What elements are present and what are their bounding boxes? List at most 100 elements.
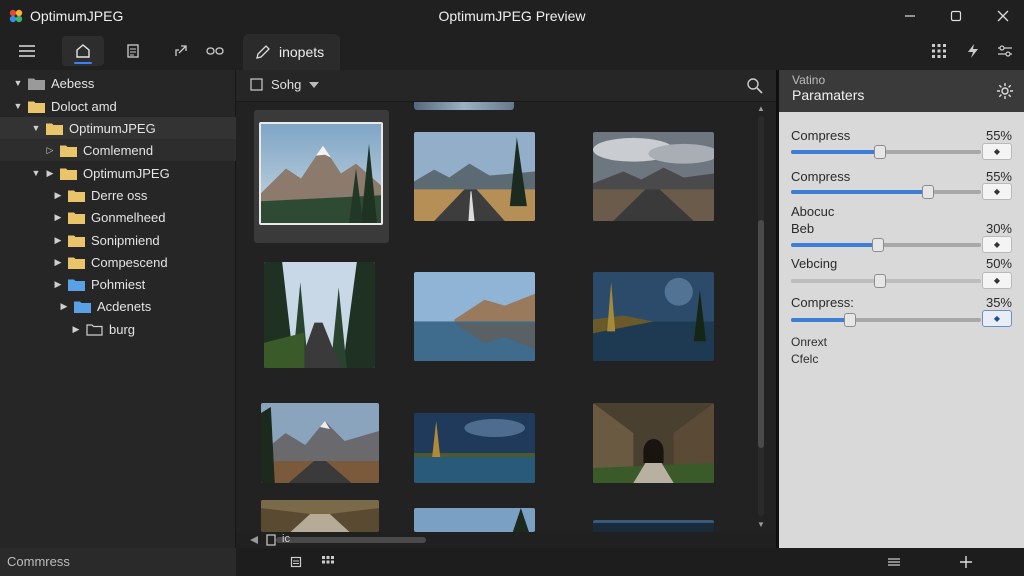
collapse-arrow-icon[interactable]: ▷ xyxy=(44,144,56,156)
tree-item[interactable]: ▶ burg xyxy=(0,318,236,340)
value-stepper-active[interactable]: ◆ xyxy=(982,310,1012,327)
page-icon xyxy=(266,534,276,546)
search-icon[interactable] xyxy=(746,77,764,95)
tree-item[interactable]: ▶ Gonmelheed xyxy=(0,206,236,228)
thumbnail-image[interactable] xyxy=(593,132,714,221)
home-button[interactable] xyxy=(62,36,104,66)
thumbnail-image[interactable] xyxy=(264,262,375,368)
thumbnail-image[interactable] xyxy=(261,403,379,483)
maximize-button[interactable] xyxy=(938,4,974,28)
collapse-arrow-icon[interactable]: ▶ xyxy=(52,234,64,246)
tree-item-selected[interactable]: ▼ OptimumJPEG xyxy=(0,117,236,139)
tree-item[interactable]: ▷ Comlemend xyxy=(0,139,236,161)
collapse-arrow-icon[interactable]: ▶ xyxy=(44,167,56,179)
folder-icon xyxy=(60,145,77,157)
quick-action-button[interactable] xyxy=(960,38,986,64)
param-slider[interactable] xyxy=(791,238,981,252)
thumbnail-image[interactable] xyxy=(593,403,714,483)
thumbnail-image[interactable] xyxy=(414,508,535,532)
link-button[interactable] xyxy=(194,36,236,66)
compress-slider[interactable] xyxy=(791,185,981,199)
title-bar: OptimumJPEG OptimumJPEG Preview xyxy=(0,0,1024,32)
value-stepper[interactable]: ◆ xyxy=(982,183,1012,200)
sort-dropdown[interactable]: Sohg xyxy=(250,77,320,92)
menu-button[interactable] xyxy=(6,36,48,66)
horizontal-scrollbar[interactable]: ic xyxy=(236,532,776,548)
expand-arrow-icon[interactable]: ▼ xyxy=(12,100,24,112)
add-button[interactable] xyxy=(958,554,974,570)
tree-item[interactable]: ▼ Doloct amd xyxy=(0,95,236,117)
status-bar: Commress xyxy=(0,548,1024,576)
collapse-arrow-icon[interactable]: ▶ xyxy=(52,189,64,201)
link-icon xyxy=(206,47,224,55)
thumbnail-image[interactable] xyxy=(414,132,535,221)
close-button[interactable] xyxy=(985,4,1021,28)
status-document-button[interactable] xyxy=(288,554,304,570)
tree-item[interactable]: ▶ Derre oss xyxy=(0,184,236,206)
mountain-road-image xyxy=(261,403,379,483)
parameters-header: Vatino Paramaters xyxy=(779,70,1024,112)
grid-icon xyxy=(322,556,334,564)
parameters-kicker: Vatino xyxy=(792,73,826,87)
pen-icon xyxy=(256,45,270,59)
collapse-arrow-icon[interactable]: ▶ xyxy=(52,211,64,223)
slider-knob[interactable] xyxy=(874,145,887,159)
scroll-down-icon[interactable]: ▼ xyxy=(756,520,766,530)
collapse-arrow-icon[interactable]: ▶ xyxy=(58,300,70,312)
slider-knob[interactable] xyxy=(872,238,885,252)
parameters-title: Paramaters xyxy=(792,87,865,103)
vertical-scrollbar[interactable]: ▲ ▼ xyxy=(754,102,768,532)
compress-slider[interactable] xyxy=(791,145,981,159)
param-slider[interactable] xyxy=(791,274,981,288)
param-label: Abocuc xyxy=(791,204,835,219)
collapse-arrow-icon[interactable]: ▶ xyxy=(52,278,64,290)
param-value: 50% xyxy=(985,256,1012,271)
diamond-icon: ◆ xyxy=(993,147,1001,156)
gear-icon[interactable] xyxy=(996,82,1014,100)
expand-arrow-icon[interactable]: ▼ xyxy=(30,122,42,134)
tab-inopets[interactable]: inopets xyxy=(243,34,340,70)
thumbnail-image[interactable] xyxy=(261,500,379,532)
grid-view-button[interactable] xyxy=(926,38,952,64)
tree-item[interactable]: ▶ Compescend xyxy=(0,251,236,273)
thumbnail-image[interactable] xyxy=(414,272,535,361)
thumbnail-image[interactable] xyxy=(593,520,714,532)
sort-label: Sohg xyxy=(271,77,302,92)
collapse-arrow-icon[interactable]: ▶ xyxy=(52,256,64,268)
diamond-icon: ◆ xyxy=(993,187,1001,196)
thumbnail-selected-frame[interactable] xyxy=(254,110,389,243)
scroll-thumb[interactable] xyxy=(758,220,764,448)
value-stepper[interactable]: ◆ xyxy=(982,236,1012,253)
tree-item[interactable]: ▶ Sonipmiend xyxy=(0,229,236,251)
status-stack-button[interactable] xyxy=(886,554,902,570)
adjust-button[interactable] xyxy=(992,38,1018,64)
folder-icon xyxy=(68,257,85,269)
thumbnail-image[interactable] xyxy=(593,272,714,361)
slider-knob[interactable] xyxy=(921,185,934,199)
slider-knob[interactable] xyxy=(874,274,887,288)
compress-slider[interactable] xyxy=(791,313,981,327)
value-stepper[interactable]: ◆ xyxy=(982,143,1012,160)
slider-knob[interactable] xyxy=(843,313,856,327)
document-button[interactable] xyxy=(112,36,154,66)
scroll-thumb-horizontal[interactable] xyxy=(276,537,426,543)
expand-arrow-icon[interactable]: ▼ xyxy=(30,167,42,179)
collapse-arrow-icon[interactable]: ▶ xyxy=(70,323,82,335)
thumbnail-image[interactable] xyxy=(414,413,535,483)
thumbnail-image[interactable] xyxy=(259,122,383,225)
tree-item[interactable]: ▶ Pohmiest xyxy=(0,273,236,295)
param-note: Cfelc xyxy=(791,352,819,366)
status-text: Commress xyxy=(0,548,236,576)
scroll-left-icon[interactable] xyxy=(250,536,258,544)
folder-icon xyxy=(74,301,91,313)
tree-item[interactable]: ▼ ▶ OptimumJPEG xyxy=(0,162,236,184)
lightning-icon xyxy=(968,44,978,58)
status-grid-button[interactable] xyxy=(320,554,336,570)
tree-item[interactable]: ▶ Acdenets xyxy=(0,295,236,317)
document-icon xyxy=(290,556,302,568)
value-stepper[interactable]: ◆ xyxy=(982,272,1012,289)
expand-arrow-icon[interactable]: ▼ xyxy=(12,77,24,89)
tree-item[interactable]: ▼ Aebess xyxy=(0,72,236,94)
minimize-button[interactable] xyxy=(892,4,928,28)
scroll-up-icon[interactable]: ▲ xyxy=(756,104,766,114)
